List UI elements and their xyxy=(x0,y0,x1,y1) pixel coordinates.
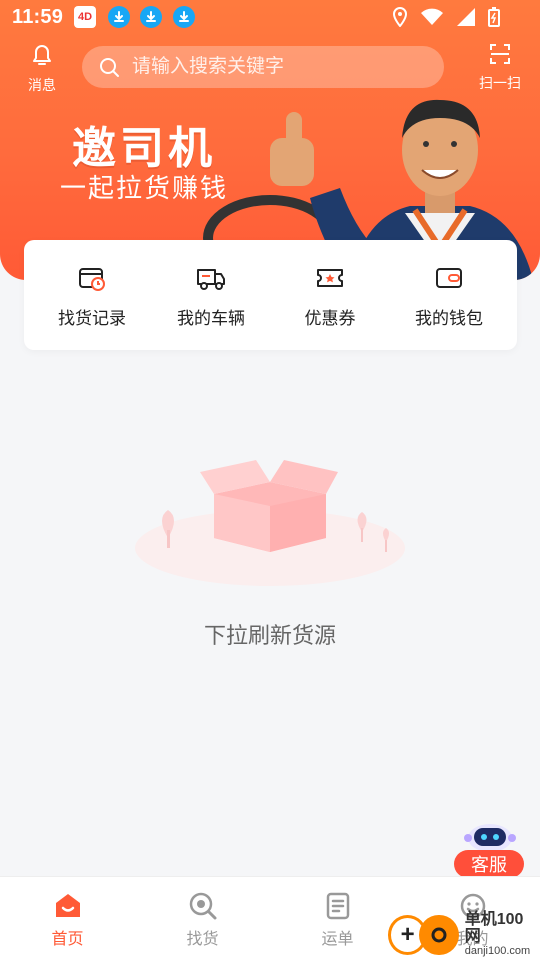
scan-button[interactable]: 扫一扫 xyxy=(476,42,524,93)
empty-state-text: 下拉刷新货源 xyxy=(203,623,336,648)
quick-action-cargo-history[interactable]: 找货记录 xyxy=(38,262,146,329)
robot-icon xyxy=(464,824,516,852)
quick-action-label: 找货记录 xyxy=(58,308,126,328)
tab-waybill[interactable]: 运单 xyxy=(270,877,405,960)
banner-title: 邀司机 xyxy=(72,124,216,173)
tab-home[interactable]: 首页 xyxy=(0,877,135,960)
home-icon xyxy=(55,894,80,917)
search-input[interactable] xyxy=(132,56,412,78)
truck-icon xyxy=(197,268,225,290)
empty-state: 下拉刷新货源 xyxy=(0,430,540,670)
status-bar: 11:59 4D xyxy=(0,0,540,36)
quick-action-my-vehicle[interactable]: 我的车辆 xyxy=(157,262,265,329)
signal-icon xyxy=(457,8,475,26)
quick-actions-card: 找货记录 我的车辆 优惠券 我的钱包 xyxy=(24,240,517,350)
quick-action-wallet[interactable]: 我的钱包 xyxy=(395,262,503,329)
waybill-icon xyxy=(326,892,349,920)
search-bar[interactable] xyxy=(82,46,444,88)
scan-icon xyxy=(490,44,510,64)
status-time: 11:59 xyxy=(12,6,64,28)
download-icon xyxy=(173,6,195,28)
tab-label: 找货 xyxy=(186,931,219,948)
quick-action-coupons[interactable]: 优惠券 xyxy=(276,262,384,329)
customer-service-label: 客服 xyxy=(454,850,524,878)
header-banner: 11:59 4D 消息 扫一扫 邀司 xyxy=(0,0,540,280)
download-icon xyxy=(140,6,162,28)
search-goods-icon xyxy=(189,892,216,920)
search-icon xyxy=(100,58,119,77)
battery-icon xyxy=(488,7,500,27)
coupon-icon xyxy=(317,268,343,287)
site-watermark: + 单机100网 danji100.com xyxy=(388,912,538,958)
quick-action-label: 我的钱包 xyxy=(415,308,483,328)
circle-icon xyxy=(419,915,459,955)
location-icon xyxy=(392,7,408,27)
app-notification-icon: 4D xyxy=(74,6,96,28)
quick-action-label: 我的车辆 xyxy=(177,308,245,328)
wifi-icon xyxy=(421,8,443,25)
watermark-line1: 单机100网 xyxy=(464,911,524,946)
tab-label: 运单 xyxy=(321,931,354,948)
bell-icon xyxy=(33,45,51,65)
messages-button[interactable]: 消息 xyxy=(20,42,64,95)
calendar-clock-icon xyxy=(79,267,105,291)
watermark-line2: danji100.com xyxy=(464,945,531,958)
empty-box-illustration xyxy=(135,460,405,586)
quick-action-label: 优惠券 xyxy=(304,308,356,328)
messages-label: 消息 xyxy=(28,77,56,93)
tab-find-goods[interactable]: 找货 xyxy=(135,877,270,960)
wallet-icon xyxy=(436,267,462,288)
tab-label: 首页 xyxy=(51,931,84,948)
customer-service-button[interactable]: 客服 xyxy=(452,820,524,880)
download-icon xyxy=(108,6,130,28)
system-status-icons xyxy=(392,7,500,27)
